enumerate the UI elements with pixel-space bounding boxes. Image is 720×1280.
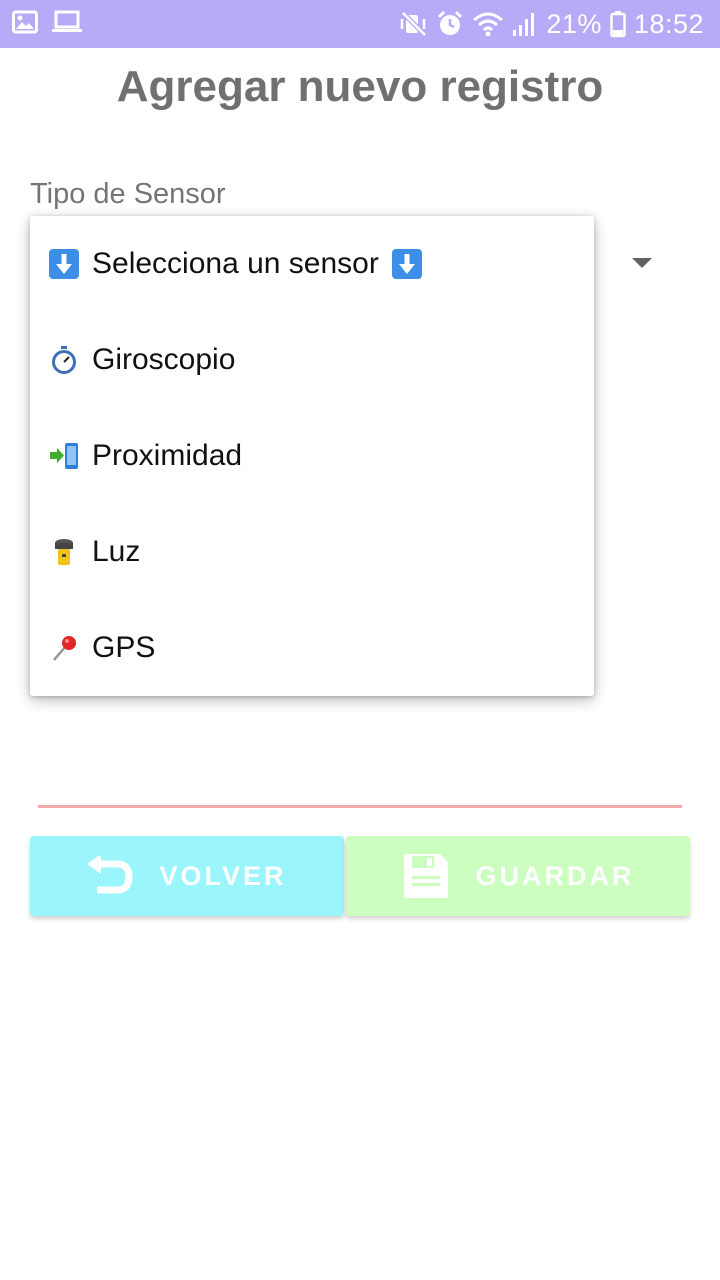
screen: 21% 18:52 Agregar nuevo registro Tipo de… xyxy=(0,0,720,1280)
clock: 18:52 xyxy=(633,8,704,39)
down-arrow-icon xyxy=(391,248,423,280)
option-label: Giroscopio xyxy=(92,343,236,376)
sensor-type-label: Tipo de Sensor xyxy=(30,178,226,210)
alarm-icon xyxy=(436,10,464,38)
option-proximidad[interactable]: Proximidad xyxy=(30,408,594,504)
dropdown-arrow-icon[interactable] xyxy=(632,258,652,268)
phone-arrow-icon xyxy=(48,440,80,472)
battery-icon xyxy=(610,10,626,38)
laptop-icon xyxy=(52,10,82,34)
stopwatch-icon xyxy=(48,344,80,376)
sensor-dropdown-menu: Selecciona un sensor Giroscopio Proximid… xyxy=(30,216,594,696)
pushpin-icon xyxy=(48,632,80,664)
save-button-label: GUARDAR xyxy=(475,860,635,891)
option-select-sensor[interactable]: Selecciona un sensor xyxy=(30,216,594,312)
undo-icon xyxy=(87,856,133,896)
save-icon xyxy=(402,852,450,900)
status-bar-right: 21% 18:52 xyxy=(400,0,704,48)
status-bar: 21% 18:52 xyxy=(0,0,720,48)
signal-icon xyxy=(512,10,538,38)
back-button[interactable]: VOLVER xyxy=(30,836,344,916)
image-icon xyxy=(12,10,38,34)
battery-percent: 21% xyxy=(546,8,602,39)
down-arrow-icon xyxy=(48,248,80,280)
input-underline xyxy=(38,805,682,808)
option-label: Proximidad xyxy=(92,439,243,472)
back-button-label: VOLVER xyxy=(159,860,287,891)
status-bar-left xyxy=(12,10,82,34)
wifi-icon xyxy=(472,10,504,38)
save-button[interactable]: GUARDAR xyxy=(346,836,690,916)
page-title: Agregar nuevo registro xyxy=(116,62,604,111)
mute-icon xyxy=(400,10,428,38)
option-giroscopio[interactable]: Giroscopio xyxy=(30,312,594,408)
option-gps[interactable]: GPS xyxy=(30,600,594,696)
flashlight-icon xyxy=(48,536,80,568)
option-label: Luz xyxy=(92,535,141,568)
option-luz[interactable]: Luz xyxy=(30,504,594,600)
option-label: GPS xyxy=(92,631,156,664)
option-label: Selecciona un sensor xyxy=(92,247,379,280)
